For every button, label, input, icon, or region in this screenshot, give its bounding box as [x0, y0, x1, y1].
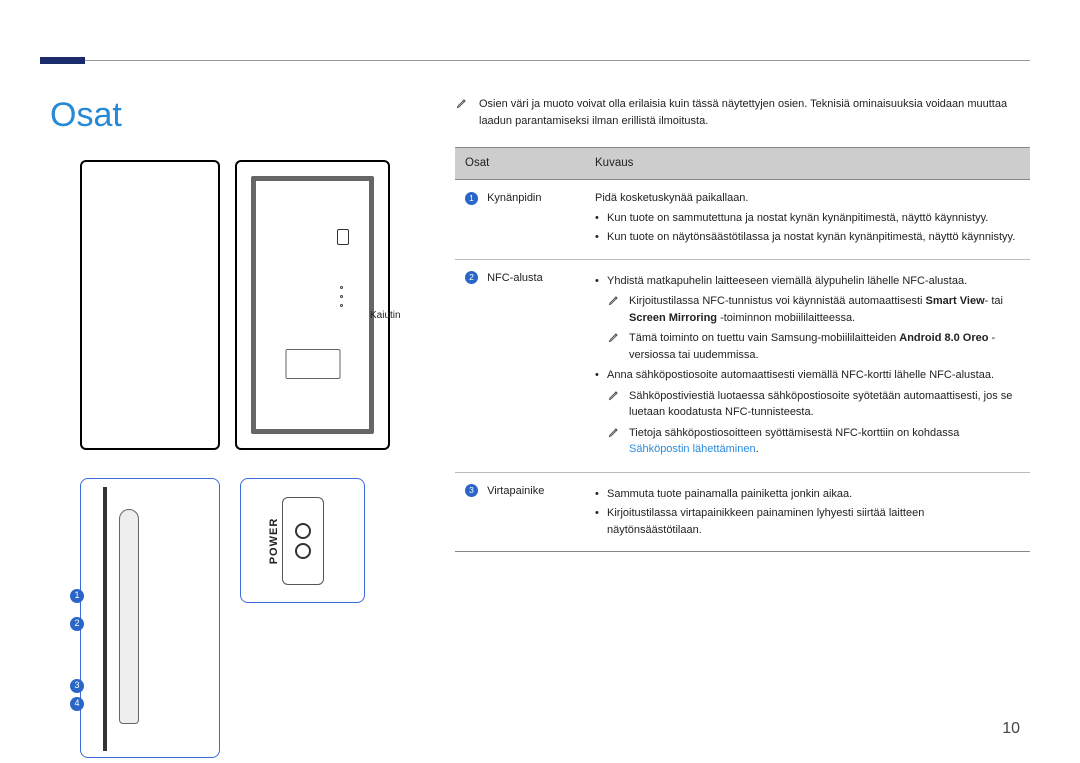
power-label: POWER [266, 517, 283, 564]
row-name: NFC-alusta [487, 272, 543, 284]
intro-note-text: Osien väri ja muoto voivat olla erilaisi… [479, 96, 1030, 129]
callout-marker-3: 3 [70, 679, 84, 693]
th-kuvaus: Kuvaus [585, 148, 1030, 180]
speaker-holes [340, 286, 343, 307]
row-badge: 1 [465, 192, 478, 205]
bullet: Sammuta tuote painamalla painiketta jonk… [595, 486, 1020, 503]
pen-diagram [119, 509, 139, 724]
callout-marker-1: 1 [70, 589, 84, 603]
parts-table: Osat Kuvaus 1 Kynänpidin Pidä kosketusky… [455, 147, 1030, 552]
content-column: Osien väri ja muoto voivat olla erilaisi… [455, 96, 1030, 552]
table-row: 3 Virtapainike Sammuta tuote painamalla … [455, 472, 1030, 552]
callout-marker-2: 2 [70, 617, 84, 631]
row-badge: 3 [465, 484, 478, 497]
email-sending-link[interactable]: Sähköpostin lähettäminen [629, 443, 756, 455]
row-name: Kynänpidin [487, 192, 541, 204]
row-badge: 2 [465, 271, 478, 284]
power-callout: POWER [240, 478, 365, 603]
bullet: Anna sähköpostiosoite automaattisesti vi… [595, 367, 1020, 384]
pencil-icon [607, 425, 621, 439]
pencil-icon [607, 330, 621, 344]
bullet: Kun tuote on näytönsäästötilassa ja nost… [595, 229, 1020, 246]
page-title: Osat [50, 90, 122, 141]
pen-callout: 1 2 3 4 [80, 478, 220, 758]
note-text: Tietoja sähköpostiosoitteen syöttämisest… [629, 425, 1020, 458]
illustration-area: Kaiutin 1 2 3 4 POWER [80, 160, 400, 760]
pencil-icon [455, 96, 469, 110]
pencil-icon [607, 388, 621, 402]
callout-marker-4: 4 [70, 697, 84, 711]
row-name: Virtapainike [487, 485, 544, 497]
header-rule [40, 60, 1030, 61]
device-back-diagram [80, 160, 220, 450]
bullet: Kirjoitustilassa virtapainikkeen painami… [595, 505, 1020, 538]
bezel [251, 176, 374, 434]
th-osat: Osat [455, 148, 585, 180]
note-text: Sähköpostiviestiä luotaessa sähköpostios… [629, 388, 1020, 421]
nfc-chip-diagram [337, 229, 349, 245]
row-lead: Pidä kosketuskynää paikallaan. [595, 190, 1020, 207]
pencil-icon [607, 293, 621, 307]
table-row: 1 Kynänpidin Pidä kosketuskynää paikalla… [455, 180, 1030, 260]
bullet: Yhdistä matkapuhelin laitteeseen viemäll… [595, 273, 1020, 290]
page-number: 10 [1002, 717, 1020, 741]
note-text: Kirjoitustilassa NFC-tunnistus voi käynn… [629, 293, 1020, 326]
speaker-label: Kaiutin [370, 308, 401, 323]
device-front-diagram [235, 160, 390, 450]
bullet: Kun tuote on sammutettuna ja nostat kynä… [595, 210, 1020, 227]
note-text: Tämä toiminto on tuettu vain Samsung-mob… [629, 330, 1020, 363]
intro-note: Osien väri ja muoto voivat olla erilaisi… [455, 96, 1030, 129]
port-diagram [285, 349, 340, 379]
table-row: 2 NFC-alusta Yhdistä matkapuhelin laitte… [455, 259, 1030, 472]
